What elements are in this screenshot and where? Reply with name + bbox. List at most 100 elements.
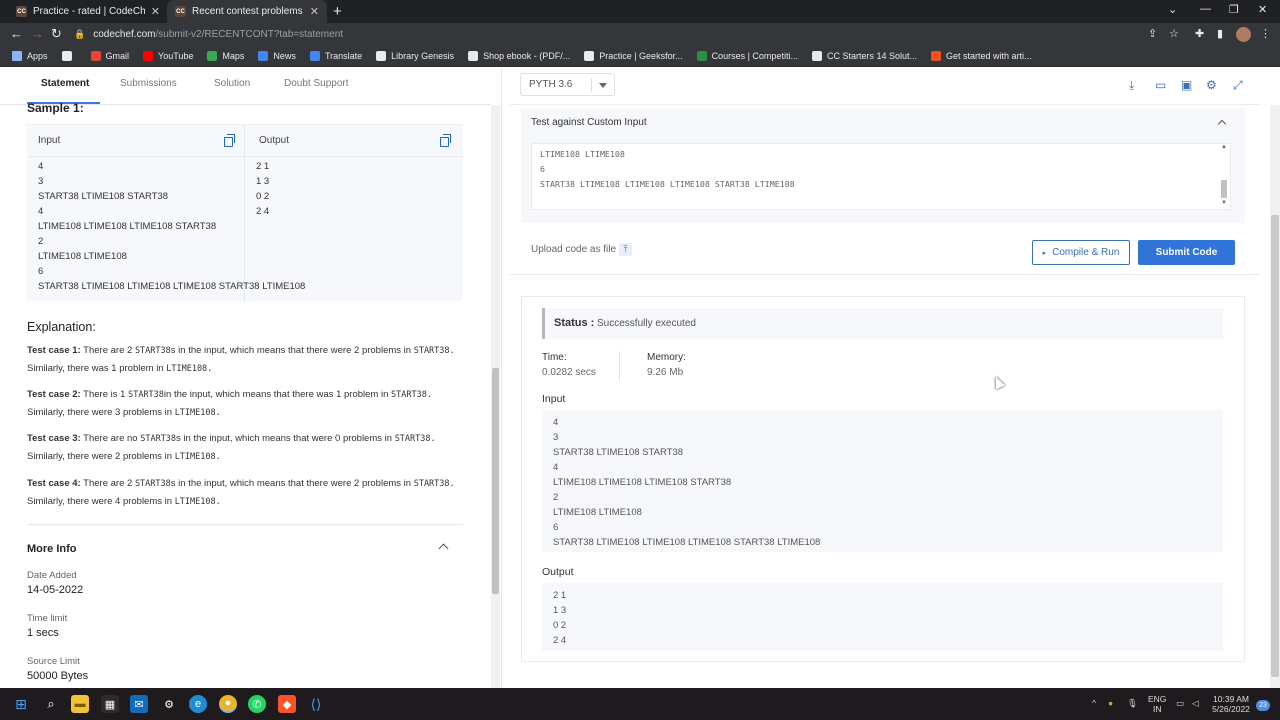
fullscreen-editor-icon[interactable]: ▭: [1155, 78, 1166, 92]
browser-tab-2[interactable]: CC Recent contest problems - Submi ✕: [167, 0, 327, 23]
tab-doubt-support[interactable]: Doubt Support: [284, 78, 349, 89]
custom-input-title[interactable]: Test against Custom Input: [531, 117, 647, 128]
volume-icon[interactable]: ◁: [1192, 698, 1199, 708]
lock-icon: 🔒: [74, 29, 86, 39]
windows-start-icon[interactable]: ⊞: [12, 695, 30, 713]
minimize-icon[interactable]: —: [1200, 3, 1211, 15]
test-case-explanation: Test case 1: There are 2 START38s in the…: [27, 342, 467, 378]
tray-app-icon[interactable]: ●: [1108, 698, 1113, 708]
bookmark-item[interactable]: Shop ebook - (PDF/...: [468, 51, 570, 61]
bookmark-item[interactable]: Get started with arti...: [931, 51, 1032, 61]
notification-badge[interactable]: 23: [1256, 700, 1270, 711]
custom-input-line: 6: [540, 164, 545, 174]
bookmark-item[interactable]: News: [258, 51, 296, 61]
bookmark-item[interactable]: Translate: [309, 51, 362, 61]
upload-code-label[interactable]: Upload code as file: [531, 244, 616, 255]
expand-icon[interactable]: ⤢: [1233, 78, 1243, 93]
contest-code: START38.: [413, 479, 455, 489]
play-icon: ▸: [1042, 249, 1047, 257]
memory-label: Memory:: [647, 352, 686, 363]
custom-input-scroll-thumb[interactable]: [1221, 180, 1227, 198]
profile-avatar[interactable]: [1236, 27, 1251, 42]
window-close-icon[interactable]: ✕: [1258, 3, 1267, 16]
count: 4: [115, 496, 121, 507]
file-explorer-icon[interactable]: ▬: [71, 695, 89, 713]
more-info-title[interactable]: More Info: [27, 543, 77, 555]
store-icon[interactable]: ▦: [101, 695, 119, 713]
tab-solution[interactable]: Solution: [214, 78, 250, 89]
search-icon[interactable]: ⌕: [42, 695, 60, 713]
settings-icon[interactable]: ⚙: [160, 695, 178, 713]
mail-icon[interactable]: ✉: [130, 695, 148, 713]
save-icon[interactable]: ▣: [1181, 78, 1192, 92]
close-icon[interactable]: ✕: [151, 5, 160, 18]
count: 0: [335, 433, 341, 444]
bookmark-label: Maps: [222, 51, 245, 61]
scroll-down-icon[interactable]: ▼: [1221, 200, 1227, 206]
contest-code: START38.: [391, 390, 432, 400]
copy-input-icon[interactable]: [224, 134, 235, 147]
chrome-icon[interactable]: ●: [219, 695, 237, 713]
submit-code-button[interactable]: Submit Code: [1138, 240, 1235, 265]
bookmark-item[interactable]: Apps: [12, 51, 48, 61]
bookmark-star-icon[interactable]: ☆: [1169, 27, 1179, 40]
bookmark-item[interactable]: Library Genesis: [376, 51, 454, 61]
menu-kebab-icon[interactable]: ⋮: [1260, 27, 1271, 40]
tab-search-icon[interactable]: ⌄: [1168, 3, 1177, 16]
left-scrollbar-thumb[interactable]: [492, 368, 499, 594]
bookmark-item[interactable]: YouTube: [143, 51, 193, 61]
tray-overflow-icon[interactable]: ^: [1092, 698, 1096, 708]
bookmark-item[interactable]: [61, 51, 77, 61]
scroll-up-icon[interactable]: ▲: [1221, 144, 1227, 150]
side-panel-icon[interactable]: ▮: [1217, 27, 1223, 40]
share-icon[interactable]: ⇪: [1148, 27, 1157, 40]
date-added-label: Date Added: [27, 570, 77, 581]
panel-splitter[interactable]: [501, 68, 502, 688]
count: 1: [111, 363, 117, 374]
divider: [510, 104, 1260, 105]
tab-submissions[interactable]: Submissions: [120, 78, 177, 89]
text: problems in: [122, 451, 173, 462]
maps-icon: [207, 51, 218, 61]
upload-icon[interactable]: ⤒: [619, 243, 632, 256]
microphone-icon[interactable]: 🎙: [1127, 698, 1138, 708]
bookmark-item[interactable]: Courses | Competiti...: [696, 51, 798, 61]
result-output-line: 0 2: [553, 620, 567, 631]
restore-icon[interactable]: ❐: [1229, 3, 1239, 16]
new-tab-icon[interactable]: +: [333, 3, 342, 20]
bookmark-item[interactable]: CC Starters 14 Solut...: [811, 51, 917, 61]
compile-run-button[interactable]: ▸ Compile & Run: [1032, 240, 1130, 265]
download-icon[interactable]: ⤓: [1129, 78, 1134, 93]
network-icon[interactable]: ▭: [1176, 698, 1184, 708]
tab-statement[interactable]: Statement: [41, 78, 89, 89]
bookmark-item[interactable]: Maps: [207, 51, 244, 61]
explanation-line: Test case 1: There are 2 START38s in the…: [27, 342, 467, 360]
brave-icon[interactable]: ◆: [278, 695, 296, 713]
text: Similarly, there were: [27, 496, 113, 507]
edge-icon[interactable]: e: [189, 695, 207, 713]
vscode-icon[interactable]: ⟨⟩: [307, 695, 325, 713]
bookmark-item[interactable]: Practice | Geeksfor...: [584, 51, 683, 61]
contest-code: START38.: [413, 346, 455, 356]
clock[interactable]: 10:39 AM 5/26/2022: [1208, 694, 1254, 714]
browser-tab-1[interactable]: CC Practice - rated | CodeChef ✕: [8, 0, 168, 23]
whatsapp-icon[interactable]: ✆: [248, 695, 266, 713]
close-icon[interactable]: ✕: [310, 5, 319, 18]
lang-top: ENG: [1148, 694, 1167, 704]
right-scrollbar-thumb[interactable]: [1271, 215, 1279, 677]
address-bar[interactable]: 🔒 codechef.com/submit-v2/RECENTCONT?tab=…: [74, 25, 1184, 44]
problem-tabs: Statement Submissions Solution Doubt Sup…: [0, 68, 490, 105]
reload-icon[interactable]: ↻: [51, 26, 62, 42]
bookmark-label: Shop ebook - (PDF/...: [483, 51, 571, 61]
text: s in the input, which means that there w…: [170, 478, 352, 489]
copy-output-icon[interactable]: [440, 134, 451, 147]
bookmark-item[interactable]: Gmail: [90, 51, 129, 61]
extensions-icon[interactable]: ✚: [1195, 27, 1204, 40]
chevron-up-icon[interactable]: [438, 543, 449, 554]
forward-icon[interactable]: →: [31, 26, 44, 41]
language-select[interactable]: PYTH 3.6: [520, 73, 615, 96]
settings-gear-icon[interactable]: ⚙: [1206, 78, 1217, 92]
microsoft-icon: [931, 51, 941, 61]
back-icon[interactable]: ←: [10, 26, 23, 41]
input-language[interactable]: ENG IN: [1148, 694, 1166, 714]
